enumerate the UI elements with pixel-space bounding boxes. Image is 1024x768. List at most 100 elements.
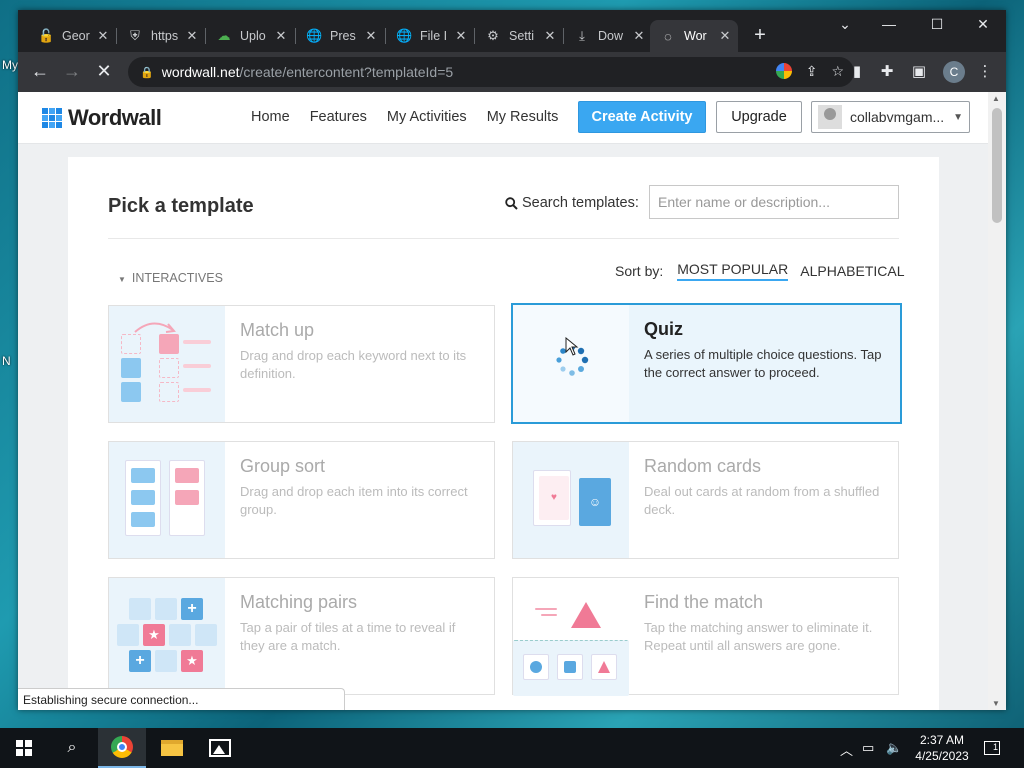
chevron-down-icon[interactable]: ⌄	[830, 16, 860, 33]
close-icon[interactable]: ✕	[96, 28, 110, 44]
sidebar-icon[interactable]: ▣	[908, 62, 930, 80]
menu-icon[interactable]: ⋮	[974, 62, 996, 80]
nav-my-activities[interactable]: My Activities	[387, 109, 467, 125]
template-name: Match up	[240, 320, 315, 340]
scroll-thumb[interactable]	[992, 108, 1002, 223]
plus-icon: +	[129, 650, 151, 672]
back-icon[interactable]: ←	[28, 61, 52, 82]
search-icon[interactable]: ⌕	[48, 728, 96, 768]
circle-icon	[530, 661, 542, 673]
notification-icon[interactable]: 1	[984, 738, 1000, 755]
chrome-icon[interactable]	[98, 728, 146, 768]
star-icon: ★	[143, 624, 165, 646]
page-title: Pick a template	[108, 195, 254, 217]
photos-icon[interactable]	[196, 728, 244, 768]
tab-uplo[interactable]: ☁ Uplo ✕	[206, 20, 294, 52]
new-tab-icon[interactable]: +	[748, 24, 772, 47]
close-icon[interactable]: ✕	[364, 28, 378, 44]
close-icon[interactable]: ✕	[454, 28, 468, 44]
profile-avatar[interactable]: C	[943, 61, 965, 83]
create-activity-button[interactable]: Create Activity	[578, 101, 706, 133]
maximize-icon[interactable]: ☐	[922, 16, 952, 33]
close-icon[interactable]: ✕	[632, 28, 646, 44]
search-icon	[505, 196, 518, 210]
star-icon: ★	[181, 650, 203, 672]
sort-options: Sort by: MOST POPULAR ALPHABETICAL	[615, 261, 905, 281]
template-card-match-up[interactable]: Match up Drag and drop each keyword next …	[108, 305, 495, 423]
caret-down-icon: ▼	[118, 275, 126, 284]
search-input[interactable]	[649, 185, 899, 219]
tab-downloads[interactable]: ⤓ Dow ✕	[564, 20, 652, 52]
stop-loading-icon[interactable]: ✕	[92, 61, 116, 82]
taskbar: ⌕ ︿ ▭ 🔈 2:37 AM 4/25/2023 1	[0, 728, 1024, 768]
star-icon[interactable]: ☆	[831, 63, 844, 80]
logo-text: Wordwall	[68, 105, 162, 130]
nav-my-results[interactable]: My Results	[487, 109, 559, 125]
quiz-thumbnail	[513, 305, 629, 422]
search-label-text: Search templates:	[522, 195, 639, 211]
file-explorer-icon[interactable]	[148, 728, 196, 768]
globe-icon: 🌐	[396, 28, 413, 43]
desktop-label-n: N	[2, 354, 11, 368]
tab-label: Geor	[62, 29, 90, 43]
template-description: A series of multiple choice questions. T…	[644, 347, 882, 380]
extension-icon[interactable]: ▮	[846, 62, 868, 80]
cloud-icon: ☁	[217, 28, 231, 43]
forward-icon[interactable]: →	[60, 61, 84, 82]
group-sort-thumbnail	[109, 442, 225, 558]
windows-start-icon[interactable]	[0, 728, 48, 768]
tab-https[interactable]: ⛨ https ✕	[117, 20, 205, 52]
address-bar[interactable]: 🔒 wordwall.net/create/entercontent?templ…	[128, 57, 854, 87]
tab-label: Pres	[330, 29, 356, 43]
site-header: Wordwall Home Features My Activities My …	[18, 92, 988, 144]
tab-settings[interactable]: ⚙ Setti ✕	[475, 20, 563, 52]
puzzle-icon[interactable]: ✚	[876, 62, 898, 80]
scroll-up-icon[interactable]: ▲	[992, 94, 1000, 103]
window-close-icon[interactable]: ✕	[968, 16, 998, 33]
template-card-random-cards[interactable]: ♥ ☺ Random cards Deal out cards at random…	[512, 441, 899, 559]
clock[interactable]: 2:37 AM 4/25/2023	[912, 732, 972, 764]
template-description: Drag and drop each item into its correct…	[240, 484, 468, 517]
heart-icon: ♥	[539, 476, 569, 520]
wordwall-logo[interactable]: Wordwall	[42, 105, 162, 131]
close-icon[interactable]: ✕	[543, 28, 557, 44]
tab-pres[interactable]: 🌐 Pres ✕	[296, 20, 384, 52]
share-icon[interactable]: ⇪	[806, 63, 818, 80]
chevron-up-icon[interactable]: ︿	[840, 740, 853, 759]
search-label: Search templates:	[505, 195, 639, 211]
scroll-down-icon[interactable]: ▼	[992, 699, 1000, 708]
user-name: collabvmgam...	[850, 109, 945, 125]
sort-alphabetical[interactable]: ALPHABETICAL	[800, 263, 904, 279]
section-header-interactives[interactable]: ▼ INTERACTIVES	[118, 271, 223, 285]
shield-icon: ⛨	[130, 28, 140, 43]
template-card-find-the-match[interactable]: Find the match Tap the matching answer to…	[512, 577, 899, 696]
sort-most-popular[interactable]: MOST POPULAR	[677, 261, 789, 281]
scrollbar[interactable]: ▲ ▼	[988, 92, 1006, 710]
template-description: Drag and drop each keyword next to its d…	[240, 348, 467, 381]
find-the-match-thumbnail	[513, 578, 629, 696]
close-icon[interactable]: ✕	[718, 28, 732, 44]
tab-file[interactable]: 🌐 File I ✕	[386, 20, 474, 52]
status-bar: Establishing secure connection...	[18, 688, 345, 710]
section-label: INTERACTIVES	[131, 271, 223, 285]
volume-icon[interactable]: 🔈	[886, 740, 902, 756]
lock-icon: 🔓	[38, 28, 55, 43]
tab-wordwall[interactable]: ◌ Wor ✕	[650, 20, 738, 52]
close-icon[interactable]: ✕	[274, 28, 288, 44]
close-icon[interactable]: ✕	[185, 28, 199, 44]
nav-features[interactable]: Features	[310, 109, 367, 125]
template-card-matching-pairs[interactable]: + ★ + ★ Matching pairs Tap a pair of tile…	[108, 577, 495, 695]
template-name: Group sort	[240, 456, 326, 476]
user-menu[interactable]: collabvmgam... ▼	[811, 101, 970, 133]
google-icon[interactable]	[775, 63, 792, 79]
template-card-group-sort[interactable]: Group sort Drag and drop each item into i…	[108, 441, 495, 559]
minimize-icon[interactable]: —	[874, 16, 904, 32]
template-card-quiz[interactable]: Quiz A series of multiple choice question…	[511, 303, 902, 424]
nav-home[interactable]: Home	[251, 109, 290, 125]
triangle-small-icon	[598, 661, 610, 673]
tab-label: Wor	[684, 29, 707, 43]
notification-count: 1	[984, 741, 1000, 755]
network-icon[interactable]: ▭	[862, 740, 874, 756]
tab-geor[interactable]: 🔓 Geor ✕	[28, 20, 116, 52]
upgrade-button[interactable]: Upgrade	[716, 101, 802, 133]
